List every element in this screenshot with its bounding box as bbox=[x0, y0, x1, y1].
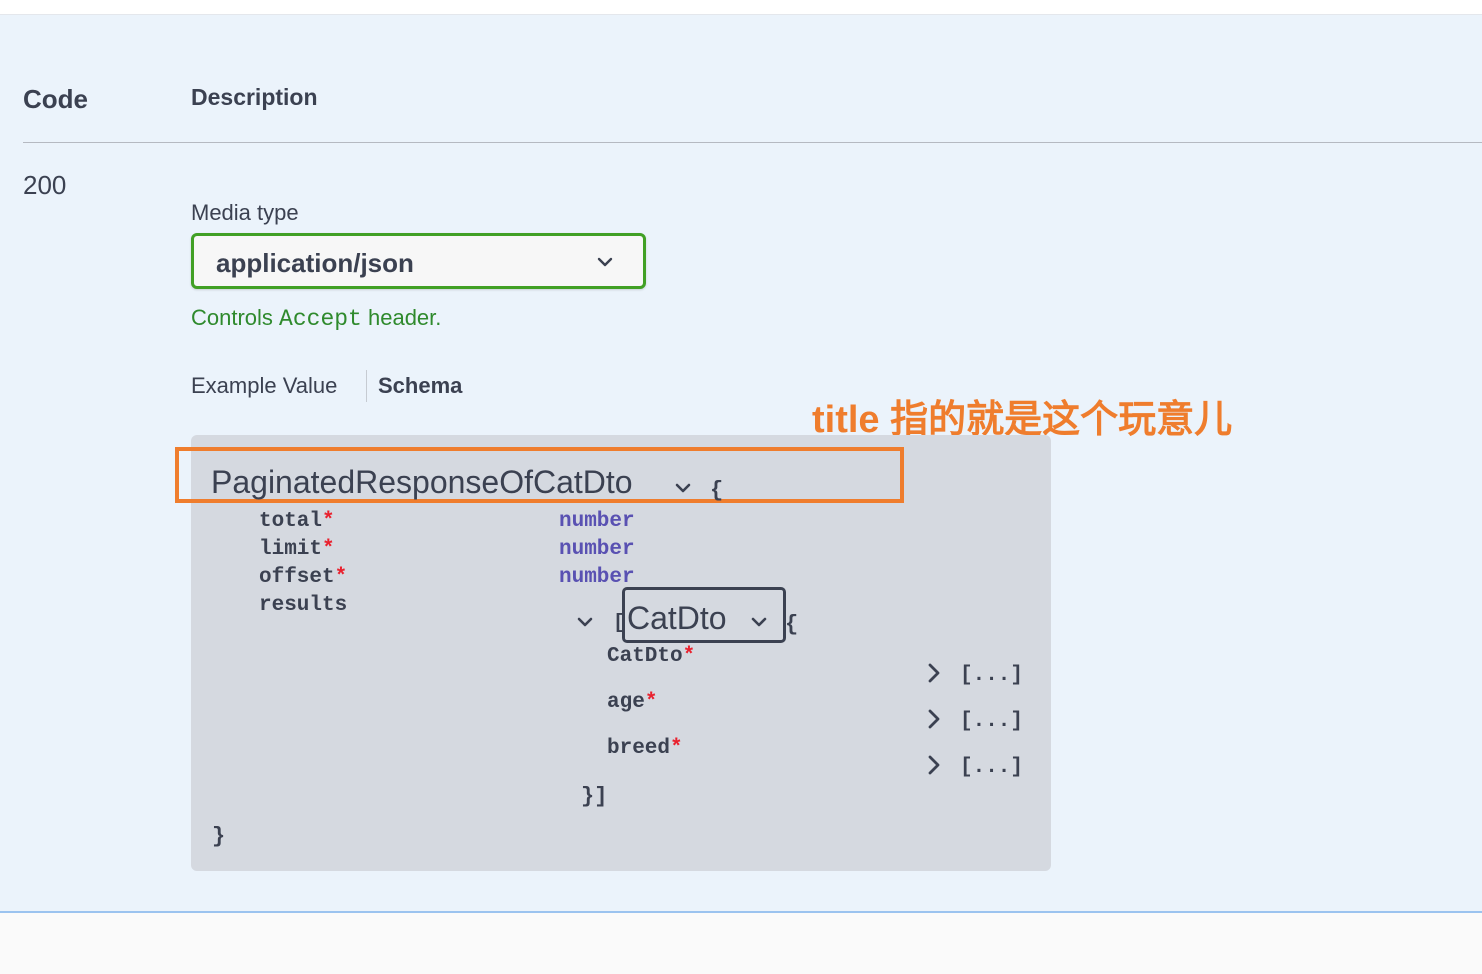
property-total: total* bbox=[259, 510, 335, 533]
tab-divider bbox=[366, 370, 367, 402]
chevron-down-icon bbox=[597, 257, 613, 267]
accept-code: Accept bbox=[279, 306, 362, 332]
property-limit: limit* bbox=[259, 538, 335, 561]
field-breed-collapsed[interactable]: [...] bbox=[960, 756, 1023, 779]
chevron-down-icon[interactable] bbox=[575, 612, 595, 632]
property-limit-type: number bbox=[559, 538, 635, 561]
footer-area bbox=[0, 913, 1482, 974]
chevron-right-icon[interactable] bbox=[926, 708, 942, 730]
catdto-title[interactable]: CatDto bbox=[627, 600, 727, 637]
property-offset: offset* bbox=[259, 566, 348, 589]
controls-suffix: header. bbox=[361, 305, 442, 330]
field-age-collapsed[interactable]: [...] bbox=[960, 710, 1023, 733]
property-total-type: number bbox=[559, 510, 635, 533]
property-results: results bbox=[259, 594, 348, 617]
chevron-down-icon[interactable] bbox=[749, 612, 769, 632]
media-type-label: Media type bbox=[191, 200, 299, 225]
media-type-select[interactable]: application/json bbox=[191, 233, 646, 289]
controls-accept-note: Controls Accept header. bbox=[191, 305, 441, 332]
column-header-code: Code bbox=[23, 84, 88, 114]
media-type-value: application/json bbox=[216, 248, 414, 278]
column-header-description: Description bbox=[191, 84, 318, 110]
field-catdto-collapsed[interactable]: [...] bbox=[960, 664, 1023, 687]
chevron-right-icon[interactable] bbox=[926, 754, 942, 776]
property-offset-type: number bbox=[559, 566, 635, 589]
tab-schema[interactable]: Schema bbox=[378, 373, 462, 399]
header-divider bbox=[23, 142, 1482, 143]
item-open-brace: { bbox=[785, 612, 799, 637]
controls-prefix: Controls bbox=[191, 305, 280, 330]
chevron-down-icon[interactable] bbox=[674, 479, 692, 497]
field-breed: breed* bbox=[607, 737, 683, 760]
top-bar bbox=[0, 0, 1482, 15]
model-title[interactable]: PaginatedResponseOfCatDto bbox=[211, 464, 633, 501]
field-age: age* bbox=[607, 691, 658, 714]
chevron-right-icon[interactable] bbox=[926, 662, 942, 684]
results-close: }] bbox=[581, 784, 608, 809]
tab-example-value[interactable]: Example Value bbox=[191, 373, 337, 399]
close-brace: } bbox=[212, 824, 226, 849]
response-code: 200 bbox=[23, 170, 67, 200]
open-brace: { bbox=[710, 478, 724, 503]
field-catdto: CatDto* bbox=[607, 645, 696, 668]
